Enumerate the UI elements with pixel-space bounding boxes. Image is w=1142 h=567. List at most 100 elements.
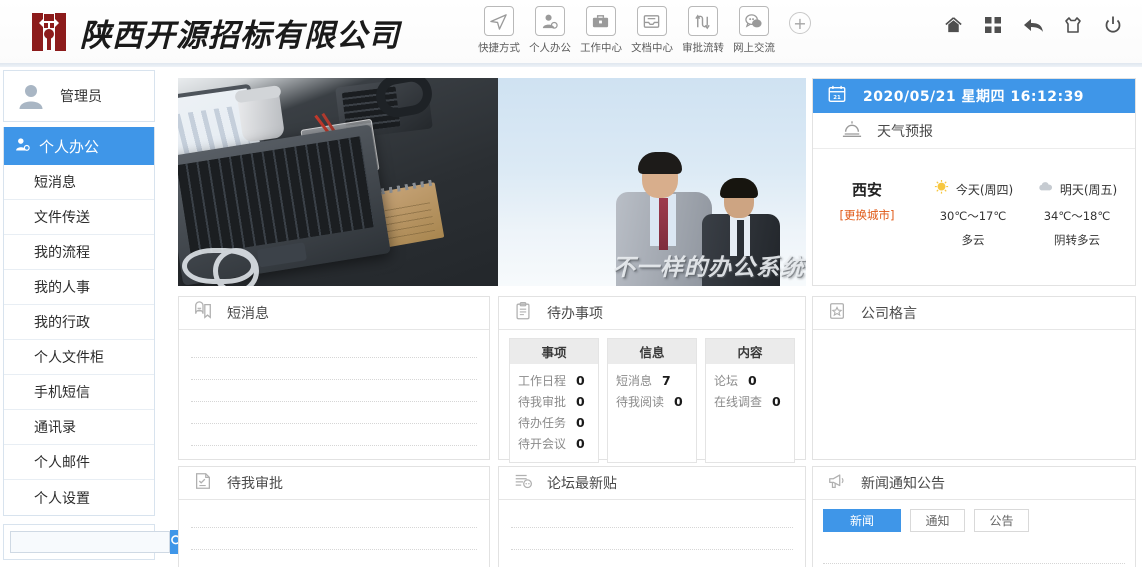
column-header: 事项 bbox=[510, 339, 598, 364]
infinity-logo bbox=[182, 248, 259, 286]
todo-label: 待我阅读 bbox=[616, 395, 665, 409]
todo-label: 待办任务 bbox=[518, 416, 567, 430]
panel-body-approval-list bbox=[179, 500, 489, 567]
news-list bbox=[813, 532, 1135, 564]
message-doc-icon bbox=[193, 301, 213, 325]
nav-item-approval-flow[interactable]: 审批流转 bbox=[677, 6, 728, 55]
panel-header: 公司格言 bbox=[813, 297, 1135, 330]
sidebar-item-gerenwenjiangui[interactable]: 个人文件柜 bbox=[4, 340, 154, 375]
sidebar-item-label: 个人设置 bbox=[34, 490, 90, 507]
tab-news[interactable]: 新闻 bbox=[823, 509, 901, 532]
banner-people-scene: 不一样的办公系统 bbox=[498, 78, 806, 286]
day-temp: 30℃～17℃ bbox=[939, 209, 1007, 223]
day-condition: 多云 bbox=[961, 233, 985, 247]
panel-pending-approval: 待我审批 bbox=[178, 466, 490, 567]
weather-body: 西安 [更换城市] 今天(周四) 30℃～17℃ 多云 明天(周五) 34℃～1… bbox=[813, 149, 1135, 248]
svg-text:21: 21 bbox=[833, 95, 841, 101]
nav-label: 个人办公 bbox=[528, 41, 571, 54]
power-icon[interactable] bbox=[1102, 14, 1124, 36]
shirt-skin-icon[interactable] bbox=[1062, 14, 1084, 36]
add-module-button[interactable]: + bbox=[789, 12, 811, 34]
user-avatar-icon bbox=[16, 81, 46, 111]
list-item[interactable] bbox=[191, 402, 477, 424]
todo-row[interactable]: 工作日程 0 bbox=[518, 370, 590, 391]
todo-row[interactable]: 在线调查 0 bbox=[714, 391, 786, 412]
column-header: 内容 bbox=[706, 339, 794, 364]
user-name: 管理员 bbox=[60, 89, 102, 105]
chat-bubbles-icon bbox=[738, 6, 769, 36]
sidebar-item-wodeliucheng[interactable]: 我的流程 bbox=[4, 235, 154, 270]
list-item[interactable] bbox=[511, 528, 793, 550]
search-input[interactable] bbox=[10, 531, 170, 553]
nav-item-doc-center[interactable]: 文档中心 bbox=[626, 6, 677, 55]
list-item[interactable] bbox=[191, 336, 477, 358]
sidebar-item-label: 个人邮件 bbox=[34, 455, 90, 471]
day-condition: 阴转多云 bbox=[1054, 233, 1100, 247]
panel-title: 新闻通知公告 bbox=[861, 476, 945, 492]
todo-row[interactable]: 待办任务 0 bbox=[518, 412, 590, 433]
sidebar-item-tongxunlu[interactable]: 通讯录 bbox=[4, 410, 154, 445]
sidebar-menu-head-personal-office[interactable]: 个人办公 bbox=[4, 127, 154, 165]
nav-label: 工作中心 bbox=[579, 41, 622, 54]
todo-row[interactable]: 短消息 7 bbox=[616, 370, 688, 391]
todo-row[interactable]: 待我审批 0 bbox=[518, 391, 590, 412]
list-item[interactable] bbox=[191, 550, 477, 567]
todo-value: 0 bbox=[576, 436, 585, 451]
nav-item-personal-office[interactable]: 个人办公 bbox=[524, 6, 575, 55]
user-card[interactable]: 管理员 bbox=[3, 70, 155, 122]
weather-city: 西安 [更换城市] bbox=[813, 179, 921, 248]
todo-column-info: 信息 短消息 7 待我阅读 0 bbox=[607, 338, 697, 463]
list-item[interactable] bbox=[511, 550, 793, 567]
panel-header: 新闻通知公告 bbox=[813, 467, 1135, 500]
nav-item-online-chat[interactable]: 网上交流 bbox=[728, 6, 779, 55]
nav-label: 文档中心 bbox=[630, 41, 673, 54]
sunrise-icon bbox=[841, 119, 863, 143]
back-arrow-icon[interactable] bbox=[1022, 14, 1044, 36]
todo-row[interactable]: 待开会议 0 bbox=[518, 433, 590, 454]
todo-row[interactable]: 论坛 0 bbox=[714, 370, 786, 391]
panel-todo: 待办事项 事项 工作日程 0 待我审批 0 待办任务 0 待开会议 0 信息 短消息 7 … bbox=[498, 296, 806, 463]
sidebar-item-wodexingzheng[interactable]: 我的行政 bbox=[4, 305, 154, 340]
panel-title: 待办事项 bbox=[547, 306, 603, 322]
list-item[interactable] bbox=[191, 380, 477, 402]
list-item[interactable] bbox=[191, 424, 477, 446]
hero-banner[interactable]: 不一样的办公系统 bbox=[178, 78, 806, 286]
list-item[interactable] bbox=[511, 506, 793, 528]
banner-slogan: 不一样的办公系统 bbox=[612, 254, 804, 281]
user-person-icon bbox=[14, 136, 31, 157]
clipboard-icon bbox=[513, 301, 533, 325]
sidebar-item-label: 文件传送 bbox=[34, 210, 90, 226]
home-icon[interactable] bbox=[942, 14, 964, 36]
sidebar-item-gerenyoujian[interactable]: 个人邮件 bbox=[4, 445, 154, 480]
panel-title: 公司格言 bbox=[861, 306, 917, 322]
tab-announcement[interactable]: 公告 bbox=[974, 509, 1029, 532]
sidebar-item-wodenshi[interactable]: 我的人事 bbox=[4, 270, 154, 305]
weather-day-today: 今天(周四) 30℃～17℃ 多云 bbox=[921, 179, 1025, 248]
sidebar-item-shoujiduanxin[interactable]: 手机短信 bbox=[4, 375, 154, 410]
day-temp: 34℃～18℃ bbox=[1043, 209, 1111, 223]
column-rows: 短消息 7 待我阅读 0 bbox=[608, 364, 696, 420]
sidebar-item-wenjianchuansong[interactable]: 文件传送 bbox=[4, 200, 154, 235]
news-tabs: 新闻 通知 公告 bbox=[813, 500, 1135, 532]
list-item[interactable] bbox=[191, 358, 477, 380]
grid-squares-icon[interactable] bbox=[982, 14, 1004, 36]
sidebar-item-duanxiaoxi[interactable]: 短消息 bbox=[4, 165, 154, 200]
list-item[interactable] bbox=[191, 506, 477, 528]
change-city-link[interactable]: [更换城市] bbox=[813, 207, 921, 223]
sidebar-menu-head-label: 个人办公 bbox=[39, 137, 100, 156]
panel-short-message: 短消息 bbox=[178, 296, 490, 460]
sidebar-item-gerenshezhi[interactable]: 个人设置 bbox=[4, 480, 154, 515]
nav-item-work-center[interactable]: 工作中心 bbox=[575, 6, 626, 55]
tab-notice[interactable]: 通知 bbox=[910, 509, 965, 532]
list-item[interactable] bbox=[191, 528, 477, 550]
datetime-bar: 21 2020/05/21 星期四 16:12:39 bbox=[813, 79, 1135, 113]
todo-label: 待开会议 bbox=[518, 437, 567, 451]
todo-row[interactable]: 待我阅读 0 bbox=[616, 391, 688, 412]
list-item[interactable] bbox=[823, 542, 1125, 564]
nav-item-shortcut[interactable]: 快捷方式 bbox=[473, 6, 524, 55]
todo-value: 0 bbox=[772, 394, 781, 409]
app-header: 陕西开源招标有限公司 快捷方式 个人办公 工作中心 文档中心 审批流转 网上交流… bbox=[0, 0, 1142, 64]
sidebar-menu: 个人办公 短消息 文件传送 我的流程 我的人事 我的行政 个人文件柜 手机短信 … bbox=[3, 127, 155, 516]
todo-value: 0 bbox=[576, 394, 585, 409]
panel-header: 待我审批 bbox=[179, 467, 489, 500]
